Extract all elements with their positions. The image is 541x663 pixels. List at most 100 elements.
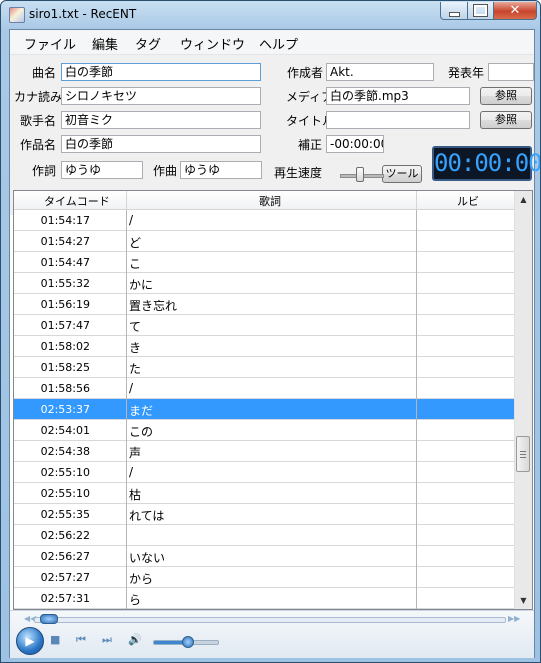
singer-field[interactable]: 初音ミク — [61, 111, 261, 129]
kana-field[interactable]: シロノキセツ — [61, 87, 261, 105]
menu-help[interactable]: ヘルプ — [259, 34, 298, 53]
lyric-cell[interactable]: 枯 — [129, 486, 141, 503]
lyric-cell[interactable]: ど — [129, 234, 141, 251]
table-row[interactable]: 01:54:17/ — [14, 210, 514, 231]
timecode-cell[interactable]: 01:54:27 — [14, 235, 126, 248]
table-row[interactable]: 01:58:25 た — [14, 357, 514, 378]
timecode-cell[interactable]: 02:55:35 — [14, 508, 126, 521]
timecode-cell[interactable]: 02:56:27 — [14, 550, 126, 563]
tool-button[interactable]: ツール — [382, 165, 422, 183]
lyric-cell[interactable]: 置き忘れ — [129, 297, 177, 314]
timecode-cell[interactable]: 01:54:17 — [14, 214, 126, 227]
lyrics-table: タイムコード 歌詞 ルビ 01:54:17/01:54:27 ど 01:54:47 こ… — [13, 190, 533, 610]
table-row[interactable]: 01:57:47 て — [14, 315, 514, 336]
menu-edit[interactable]: 編集 — [92, 34, 118, 53]
next-icon[interactable]: ⏭ — [102, 633, 112, 647]
timecode-cell[interactable]: 02:55:10 — [14, 466, 126, 479]
table-row[interactable]: 01:55:32 かに — [14, 273, 514, 294]
timecode-cell[interactable]: 02:56:22 — [14, 529, 126, 542]
table-row[interactable]: 02:55:10/ — [14, 462, 514, 483]
menu-tag[interactable]: タグ — [135, 34, 161, 53]
media-browse-button[interactable]: 参照 — [480, 87, 532, 105]
lyric-cell[interactable]: / — [129, 465, 133, 479]
lyric-cell[interactable]: れては — [129, 507, 164, 524]
media-field[interactable]: 白の季節.mp3 — [326, 87, 470, 105]
header-timecode[interactable]: タイムコード — [44, 193, 110, 209]
fast-forward-icon[interactable]: ▶▶ — [508, 614, 520, 623]
table-row[interactable]: 02:53:37 まだ — [14, 399, 514, 420]
header-ruby[interactable]: ルビ — [457, 193, 479, 209]
previous-icon[interactable]: ⏮ — [76, 633, 86, 647]
menu-file[interactable]: ファイル — [24, 34, 76, 53]
timecode-cell[interactable]: 02:54:01 — [14, 424, 126, 437]
timecode-cell[interactable]: 01:58:56 — [14, 382, 126, 395]
lyric-cell[interactable]: いない — [129, 549, 165, 566]
lyric-cell[interactable]: この — [129, 423, 153, 440]
timecode-cell[interactable]: 01:58:25 — [14, 361, 126, 374]
stop-icon[interactable]: ■ — [50, 633, 60, 646]
song-field[interactable]: 白の季節 — [61, 63, 261, 81]
header-divider[interactable] — [416, 191, 417, 209]
lyric-cell[interactable]: / — [129, 381, 133, 395]
title-bar[interactable]: siro1.txt - RecENT ✕ — [1, 1, 540, 29]
timecode-cell[interactable]: 02:57:27 — [14, 571, 126, 584]
timecode-cell[interactable]: 01:58:02 — [14, 340, 126, 353]
minimize-button[interactable] — [440, 2, 468, 20]
timecode-cell[interactable]: 02:57:31 — [14, 592, 126, 605]
table-row[interactable]: 02:57:27 から — [14, 567, 514, 588]
work-field[interactable]: 白の季節 — [61, 135, 261, 153]
timecode-cell[interactable]: 02:54:38 — [14, 445, 126, 458]
lyric-cell[interactable]: き — [129, 339, 141, 356]
volume-icon[interactable]: 🔊 — [128, 633, 142, 646]
timecode-cell[interactable]: 02:53:37 — [14, 403, 126, 416]
table-row[interactable]: 02:57:31 ら — [14, 588, 514, 609]
table-row[interactable]: 01:58:02 き — [14, 336, 514, 357]
scroll-down-icon[interactable]: ▼ — [515, 592, 532, 609]
header-divider[interactable] — [126, 191, 127, 209]
scroll-up-icon[interactable]: ▲ — [515, 191, 532, 208]
header-lyric[interactable]: 歌詞 — [259, 193, 281, 209]
correction-field[interactable]: -00:00:00 — [326, 135, 384, 153]
play-icon[interactable]: ▶ — [16, 627, 44, 655]
timecode-cell[interactable]: 01:55:32 — [14, 277, 126, 290]
lyric-cell[interactable]: から — [129, 570, 153, 587]
table-row[interactable]: 02:55:10 枯 — [14, 483, 514, 504]
year-field[interactable] — [488, 63, 534, 81]
lyric-cell[interactable]: ら — [129, 591, 141, 608]
table-row[interactable]: 02:54:01 この — [14, 420, 514, 441]
lyric-cell[interactable]: 声 — [129, 444, 141, 461]
table-row[interactable]: 01:56:19 置き忘れ — [14, 294, 514, 315]
title-browse-button[interactable]: 参照 — [480, 111, 532, 129]
scrollbar-thumb[interactable] — [516, 436, 530, 472]
timecode-cell[interactable]: 01:57:47 — [14, 319, 126, 332]
lyric-cell[interactable]: た — [129, 360, 141, 377]
lyric-cell[interactable]: て — [129, 318, 141, 335]
menu-window[interactable]: ウィンドウ — [180, 34, 245, 53]
maximize-button[interactable] — [467, 2, 494, 20]
table-row[interactable]: 02:56:27 いない — [14, 546, 514, 567]
vertical-scrollbar[interactable]: ▲ ▼ — [514, 191, 532, 609]
timecode-cell[interactable]: 01:56:19 — [14, 298, 126, 311]
table-row[interactable]: 02:55:35 れては — [14, 504, 514, 525]
author-field[interactable]: Akt. — [326, 63, 434, 81]
speed-slider-thumb[interactable] — [356, 167, 364, 182]
lyricist-field[interactable]: ゆうゆ — [61, 161, 143, 179]
lyric-cell[interactable]: まだ — [129, 402, 153, 419]
table-row[interactable]: 02:54:38 声 — [14, 441, 514, 462]
lyric-cell[interactable]: こ — [129, 255, 141, 272]
volume-thumb[interactable] — [182, 636, 194, 648]
close-button[interactable]: ✕ — [493, 2, 537, 20]
title-field[interactable] — [326, 111, 470, 129]
timecode-cell[interactable]: 02:55:10 — [14, 487, 126, 500]
timecode-cell[interactable]: 01:54:47 — [14, 256, 126, 269]
lyric-cell[interactable]: かに — [129, 276, 153, 293]
table-row[interactable]: 01:58:56/ — [14, 378, 514, 399]
composer-field[interactable]: ゆうゆ — [180, 161, 262, 179]
seek-bar[interactable] — [34, 617, 506, 623]
app-icon[interactable] — [9, 7, 25, 23]
lyric-cell[interactable]: / — [129, 213, 133, 227]
table-row[interactable]: 01:54:27 ど — [14, 231, 514, 252]
table-row[interactable]: 02:56:22 — [14, 525, 514, 546]
seek-thumb[interactable] — [40, 614, 58, 624]
table-row[interactable]: 01:54:47 こ — [14, 252, 514, 273]
